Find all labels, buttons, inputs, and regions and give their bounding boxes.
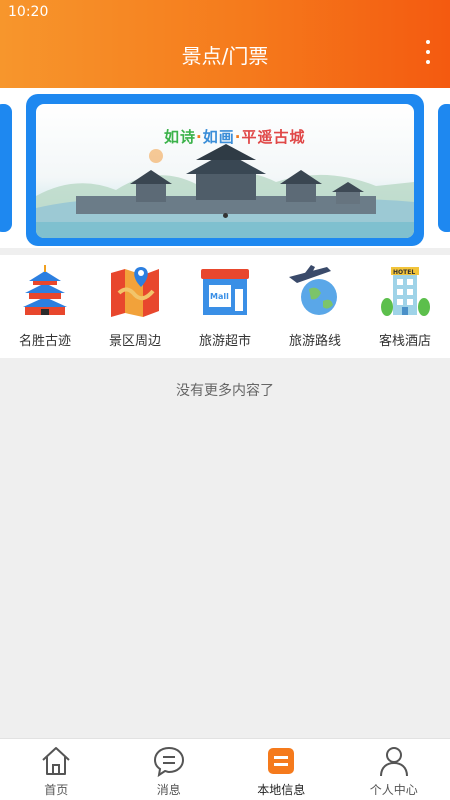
app-header: 10:20 景点/门票 xyxy=(0,0,450,88)
prev-banner-card[interactable] xyxy=(0,104,12,232)
category-scenic-nearby[interactable]: 景区周边 xyxy=(90,255,180,358)
page-title: 景点/门票 xyxy=(181,44,269,68)
person-icon xyxy=(379,747,408,777)
category-label: 名胜古迹 xyxy=(18,334,71,349)
svg-text:Mall: Mall xyxy=(210,292,229,301)
category-travel-mall[interactable]: Mall 旅游超市 xyxy=(180,255,270,358)
category-label: 景区周边 xyxy=(108,334,161,349)
category-label: 旅游路线 xyxy=(288,334,341,349)
bottom-tab-bar: 首页 消息 本地信息 个人中心 xyxy=(0,738,450,800)
category-travel-routes[interactable]: 旅游路线 xyxy=(270,255,360,358)
more-menu-button[interactable] xyxy=(424,40,432,70)
category-label: 客栈酒店 xyxy=(378,334,431,349)
banner-slogan: 如诗·如画·平遥古城 xyxy=(164,128,306,146)
tab-label: 消息 xyxy=(156,783,181,797)
carousel-indicator xyxy=(36,203,414,222)
banner-carousel[interactable]: 如诗·如画·平遥古城 xyxy=(0,88,450,248)
svg-text:HOTEL: HOTEL xyxy=(393,269,415,276)
tab-profile[interactable]: 个人中心 xyxy=(338,739,450,800)
tab-local-info[interactable]: 本地信息 xyxy=(225,739,338,800)
next-banner-card[interactable] xyxy=(438,104,450,232)
message-icon xyxy=(153,746,184,778)
indicator-dot xyxy=(222,213,228,218)
temple-icon xyxy=(23,265,67,315)
banner-card[interactable]: 如诗·如画·平遥古城 xyxy=(26,94,424,246)
mall-icon: Mall xyxy=(201,269,249,315)
tab-messages[interactable]: 消息 xyxy=(113,739,226,800)
tab-label: 个人中心 xyxy=(369,783,418,797)
tab-label: 本地信息 xyxy=(257,783,306,797)
more-dots-icon xyxy=(426,40,430,44)
local-info-icon xyxy=(268,748,295,774)
status-time: 10:20 xyxy=(8,4,49,20)
no-more-content-text: 没有更多内容了 xyxy=(176,383,274,399)
globe-plane-icon xyxy=(289,265,337,315)
hotel-icon: HOTEL xyxy=(381,267,430,316)
category-grid: 名胜古迹 景区周边 Mall 旅游超市 旅游路线 HOTEL 客栈酒店 xyxy=(0,255,450,358)
map-pin-icon xyxy=(111,267,159,317)
banner-image: 如诗·如画·平遥古城 xyxy=(36,104,414,238)
tab-label: 首页 xyxy=(44,783,69,797)
category-famous-sites[interactable]: 名胜古迹 xyxy=(0,255,90,358)
category-inn-hotel[interactable]: HOTEL 客栈酒店 xyxy=(360,255,450,358)
home-icon xyxy=(42,747,70,775)
tab-home[interactable]: 首页 xyxy=(0,739,113,800)
category-label: 旅游超市 xyxy=(198,334,251,349)
